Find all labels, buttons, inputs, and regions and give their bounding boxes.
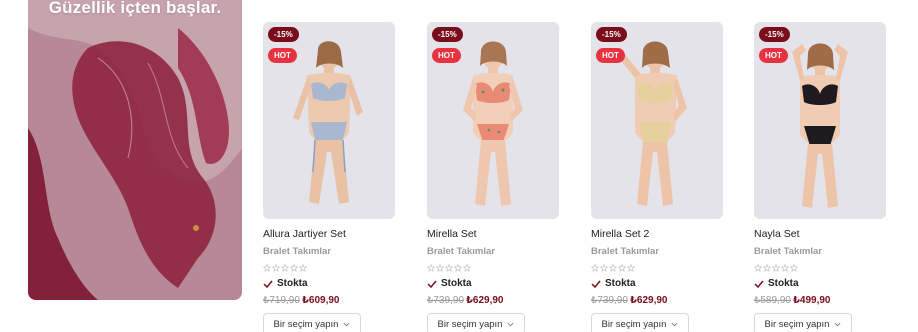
- product-card[interactable]: -15% HOT Mirella Set 2 Bralet Takımlar S…: [591, 22, 731, 332]
- stock-label: Stokta: [277, 278, 308, 289]
- rating-stars: [754, 264, 894, 272]
- discount-badge: -15%: [268, 27, 299, 42]
- product-name[interactable]: Mirella Set 2: [591, 228, 731, 240]
- new-price: ₺609,90: [301, 295, 340, 306]
- stock-status: Stokta: [263, 278, 403, 289]
- star-empty-icon: [436, 264, 444, 272]
- stock-label: Stokta: [605, 278, 636, 289]
- product-image[interactable]: -15% HOT: [591, 22, 723, 219]
- star-empty-icon: [445, 264, 453, 272]
- select-option-label: Bir seçim yapın: [601, 318, 667, 330]
- hot-badge: HOT: [432, 48, 461, 63]
- new-price: ₺629,90: [465, 295, 504, 306]
- product-name[interactable]: Mirella Set: [427, 228, 567, 240]
- select-option-label: Bir seçim yapın: [273, 318, 339, 330]
- chevron-down-icon: [344, 322, 350, 326]
- star-empty-icon: [772, 264, 780, 272]
- product-price: ₺589,90 ₺499,90: [754, 295, 894, 306]
- product-card[interactable]: -15% HOT Allura Jartiyer Set Bralet Takı…: [263, 22, 403, 332]
- stock-status: Stokta: [754, 278, 894, 289]
- select-option-button[interactable]: Bir seçim yapın: [263, 313, 361, 332]
- stock-status: Stokta: [591, 278, 731, 289]
- hot-badge: HOT: [596, 48, 625, 63]
- old-price: ₺719,90: [263, 295, 300, 306]
- product-image[interactable]: -15% HOT: [754, 22, 886, 219]
- rating-stars: [263, 264, 403, 272]
- hot-badge: HOT: [268, 48, 297, 63]
- product-category[interactable]: Bralet Takımlar: [754, 246, 894, 257]
- old-price: ₺589,90: [754, 295, 791, 306]
- product-category[interactable]: Bralet Takımlar: [263, 246, 403, 257]
- chevron-down-icon: [672, 322, 678, 326]
- check-icon: [754, 280, 764, 288]
- star-empty-icon: [463, 264, 471, 272]
- star-empty-icon: [618, 264, 626, 272]
- star-empty-icon: [454, 264, 462, 272]
- product-image[interactable]: -15% HOT: [427, 22, 559, 219]
- star-empty-icon: [299, 264, 307, 272]
- stock-status: Stokta: [427, 278, 567, 289]
- product-image[interactable]: -15% HOT: [263, 22, 395, 219]
- old-price: ₺739,90: [591, 295, 628, 306]
- star-empty-icon: [609, 264, 617, 272]
- select-option-label: Bir seçim yapın: [437, 318, 503, 330]
- select-option-button[interactable]: Bir seçim yapın: [754, 313, 852, 332]
- stock-label: Stokta: [768, 278, 799, 289]
- rating-stars: [591, 264, 731, 272]
- product-price: ₺739,90 ₺629,90: [591, 295, 731, 306]
- hot-badge: HOT: [759, 48, 788, 63]
- lingerie-banner-image: [28, 0, 242, 300]
- star-empty-icon: [763, 264, 771, 272]
- select-option-label: Bir seçim yapın: [764, 318, 830, 330]
- star-empty-icon: [754, 264, 762, 272]
- star-empty-icon: [600, 264, 608, 272]
- select-option-button[interactable]: Bir seçim yapın: [591, 313, 689, 332]
- discount-badge: -15%: [432, 27, 463, 42]
- star-empty-icon: [290, 264, 298, 272]
- product-card[interactable]: -15% HOT Mirella Set Bralet Takımlar Sto…: [427, 22, 567, 332]
- star-empty-icon: [781, 264, 789, 272]
- product-price: ₺739,90 ₺629,90: [427, 295, 567, 306]
- stock-label: Stokta: [441, 278, 472, 289]
- banner-title: Güzellik içten başlar.: [48, 0, 222, 17]
- chevron-down-icon: [835, 322, 841, 326]
- check-icon: [427, 280, 437, 288]
- new-price: ₺499,90: [792, 295, 831, 306]
- new-price: ₺629,90: [629, 295, 668, 306]
- star-empty-icon: [790, 264, 798, 272]
- check-icon: [263, 280, 273, 288]
- product-name[interactable]: Nayla Set: [754, 228, 894, 240]
- select-option-button[interactable]: Bir seçim yapın: [427, 313, 525, 332]
- rating-stars: [427, 264, 567, 272]
- product-category[interactable]: Bralet Takımlar: [591, 246, 731, 257]
- discount-badge: -15%: [759, 27, 790, 42]
- product-category[interactable]: Bralet Takımlar: [427, 246, 567, 257]
- product-name[interactable]: Allura Jartiyer Set: [263, 228, 403, 240]
- star-empty-icon: [272, 264, 280, 272]
- star-empty-icon: [427, 264, 435, 272]
- product-card[interactable]: -15% HOT Nayla Set Bralet Takımlar Stokt…: [754, 22, 894, 332]
- discount-badge: -15%: [596, 27, 627, 42]
- star-empty-icon: [263, 264, 271, 272]
- promo-banner[interactable]: Güzellik içten başlar.: [28, 0, 242, 300]
- check-icon: [591, 280, 601, 288]
- star-empty-icon: [591, 264, 599, 272]
- old-price: ₺739,90: [427, 295, 464, 306]
- product-price: ₺719,90 ₺609,90: [263, 295, 403, 306]
- star-empty-icon: [281, 264, 289, 272]
- star-empty-icon: [627, 264, 635, 272]
- chevron-down-icon: [508, 322, 514, 326]
